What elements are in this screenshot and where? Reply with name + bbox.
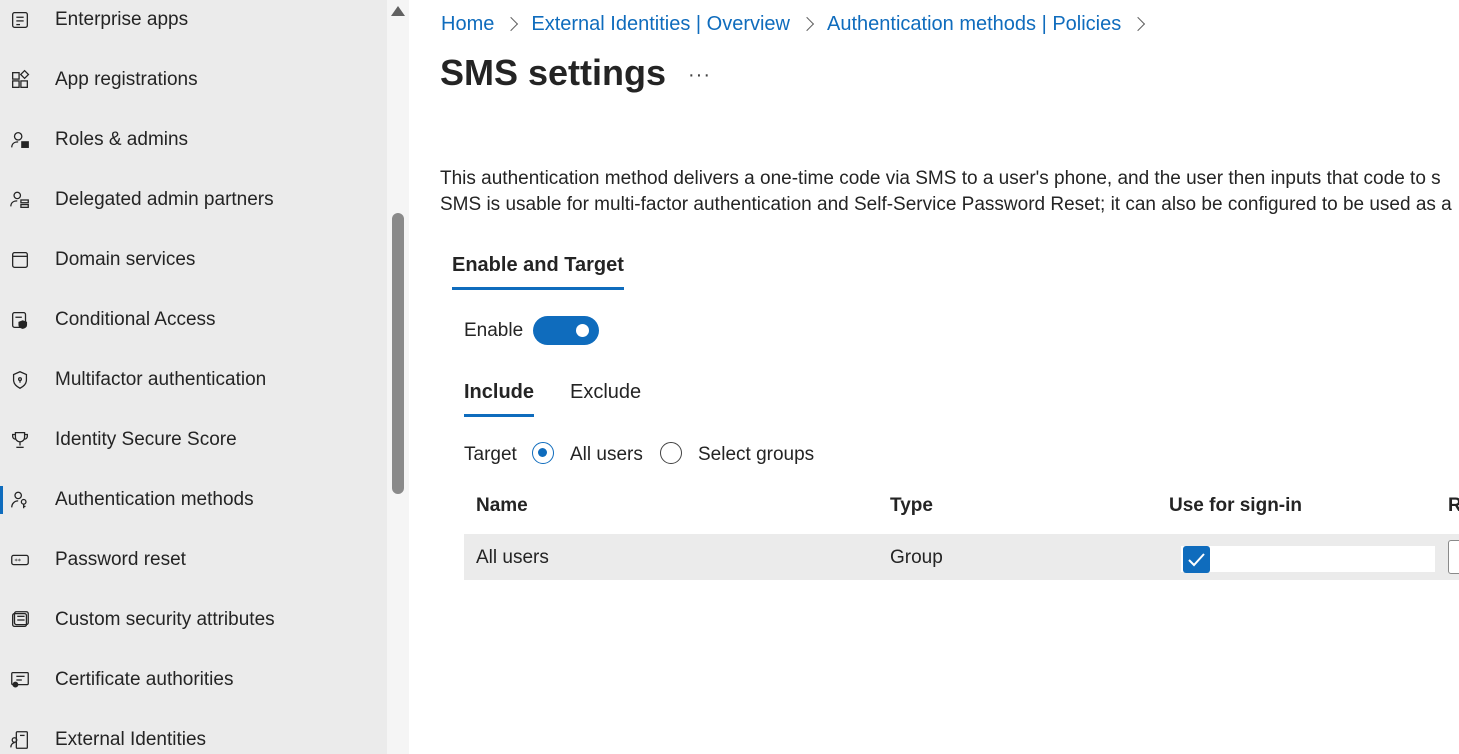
use-for-signin-checkbox[interactable] [1183, 546, 1210, 573]
sidebar-item-multifactor[interactable]: Multifactor authentication [0, 350, 387, 410]
chevron-right-icon [799, 16, 815, 32]
trophy-icon [8, 428, 32, 452]
roles-admins-icon [8, 128, 32, 152]
cell-name: All users [476, 547, 549, 568]
breadcrumb: Home External Identities | Overview Auth… [441, 10, 1158, 38]
sidebar-item-enterprise-apps[interactable]: Enterprise apps [0, 0, 387, 50]
sidebar-item-label: External Identities [55, 729, 207, 750]
sidebar-item-label: Custom security attributes [55, 609, 275, 630]
radio-all-users[interactable] [532, 442, 554, 464]
column-header-use-for-signin[interactable]: Use for sign-in [1169, 495, 1302, 517]
cell-type: Group [890, 547, 943, 568]
password-icon: ** [8, 548, 32, 572]
sidebar-item-label: Conditional Access [55, 309, 216, 330]
sidebar-item-label: Delegated admin partners [55, 189, 274, 210]
scroll-up-arrow-icon[interactable] [391, 6, 405, 16]
key-person-icon [8, 488, 32, 512]
sidebar-item-label: Domain services [55, 249, 196, 270]
target-label: Target [464, 444, 517, 465]
enable-toggle[interactable] [533, 316, 599, 345]
shield-icon [8, 368, 32, 392]
use-for-signin-field[interactable] [1181, 546, 1435, 572]
breadcrumb-external-identities[interactable]: External Identities | Overview [531, 13, 790, 36]
description-line: SMS is usable for multi-factor authentic… [440, 194, 1452, 215]
page-title: SMS settings [440, 52, 667, 93]
certificate-icon [8, 668, 32, 692]
more-options-icon[interactable]: ··· [688, 64, 711, 87]
tab-include[interactable]: Include [464, 381, 535, 417]
radio-all-users-label[interactable]: All users [570, 444, 643, 466]
sidebar-item-label: App registrations [55, 69, 198, 90]
toggle-knob [576, 324, 589, 337]
column-header-name[interactable]: Name [476, 495, 528, 517]
radio-select-groups-label[interactable]: Select groups [698, 444, 814, 466]
sidebar-scrollbar[interactable] [387, 0, 409, 754]
breadcrumb-home[interactable]: Home [441, 13, 494, 36]
sidebar-item-external-identities[interactable]: External Identities [0, 710, 387, 754]
checkmark-icon [1188, 553, 1205, 567]
tab-exclude[interactable]: Exclude [570, 381, 641, 414]
sidebar-item-domain-services[interactable]: Domain services [0, 230, 387, 290]
sidebar-item-label: Multifactor authentication [55, 369, 267, 390]
scroll-thumb[interactable] [392, 213, 404, 494]
sidebar-item-password-reset[interactable]: ** Password reset [0, 530, 387, 590]
breadcrumb-authentication-policies[interactable]: Authentication methods | Policies [827, 13, 1121, 36]
sidebar-item-label: Roles & admins [55, 129, 189, 150]
page-description: This authentication method delivers a on… [440, 166, 1459, 218]
sidebar-item-custom-security-attributes[interactable]: Custom security attributes [0, 590, 387, 650]
enterprise-apps-icon [8, 8, 32, 32]
partial-dropdown[interactable] [1448, 540, 1459, 574]
sidebar-item-certificate-authorities[interactable]: Certificate authorities [0, 650, 387, 710]
sidebar: Enterprise apps App registrations Roles … [0, 0, 387, 754]
tab-enable-and-target[interactable]: Enable and Target [452, 254, 624, 290]
attributes-icon [8, 608, 32, 632]
sidebar-item-delegated-admin[interactable]: Delegated admin partners [0, 170, 387, 230]
sidebar-item-label: Password reset [55, 549, 186, 570]
conditional-access-icon [8, 308, 32, 332]
sidebar-item-authentication-methods[interactable]: Authentication methods [0, 470, 387, 530]
sidebar-item-label: Certificate authorities [55, 669, 234, 690]
sidebar-item-label: Identity Secure Score [55, 429, 237, 450]
chevron-right-icon [1131, 16, 1146, 32]
description-line: This authentication method delivers a on… [440, 168, 1441, 189]
sidebar-item-secure-score[interactable]: Identity Secure Score [0, 410, 387, 470]
app-registrations-icon [8, 68, 32, 92]
active-indicator [0, 486, 3, 514]
enable-label: Enable [464, 320, 524, 341]
domain-services-icon [8, 248, 32, 272]
sidebar-item-roles-admins[interactable]: Roles & admins [0, 110, 387, 170]
sidebar-item-app-registrations[interactable]: App registrations [0, 50, 387, 110]
chevron-right-icon [504, 16, 519, 32]
column-header-type[interactable]: Type [890, 495, 933, 517]
sidebar-item-label: Authentication methods [55, 489, 254, 510]
sidebar-item-label: Enterprise apps [55, 9, 189, 30]
column-header-partial[interactable]: R [1448, 495, 1459, 517]
radio-select-groups[interactable] [660, 442, 682, 464]
external-identities-icon [8, 728, 32, 752]
svg-text:**: ** [15, 557, 22, 565]
delegated-admin-icon [8, 188, 32, 212]
sidebar-item-conditional-access[interactable]: Conditional Access [0, 290, 387, 350]
